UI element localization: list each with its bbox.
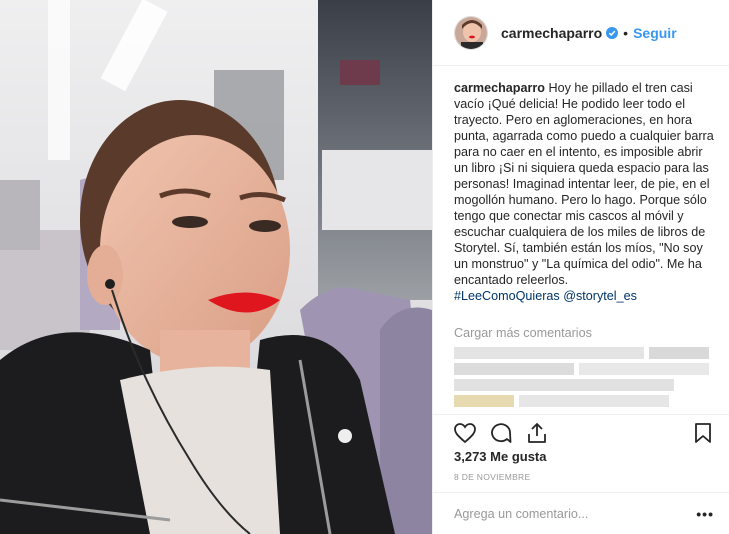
load-more-comments-link[interactable]: Cargar más comentarios — [454, 326, 592, 340]
caption-username-link[interactable]: carmechaparro — [454, 81, 545, 95]
caption-tags-link[interactable]: #LeeComoQuieras @storytel_es — [454, 289, 637, 303]
selfie-in-train-image — [0, 0, 432, 534]
post-date: 8 DE NOVIEMBRE — [454, 472, 531, 482]
follow-button[interactable]: Seguir — [633, 25, 677, 41]
post-caption: carmechaparro Hoy he pillado el tren cas… — [454, 80, 720, 304]
comment-bar: ••• — [433, 492, 729, 534]
likes-count[interactable]: 3,273 Me gusta — [454, 449, 547, 464]
share-icon[interactable] — [525, 421, 549, 445]
separator-dot: • — [623, 24, 629, 41]
heart-icon[interactable] — [453, 421, 477, 445]
post-panel: carmechaparro • Seguir carmechaparro Hoy… — [432, 0, 729, 534]
comment-input[interactable] — [454, 505, 674, 523]
bookmark-icon[interactable] — [691, 421, 715, 445]
blurred-comments — [454, 347, 720, 411]
post-header: carmechaparro • Seguir — [433, 0, 729, 66]
avatar[interactable] — [454, 15, 488, 50]
caption-text: Hoy he pillado el tren casi vacío ¡Qué d… — [454, 81, 714, 287]
post-photo[interactable] — [0, 0, 432, 534]
more-options-button[interactable]: ••• — [696, 506, 714, 522]
username-link[interactable]: carmechaparro — [501, 25, 602, 41]
action-bar — [433, 414, 729, 450]
comment-bubble-icon[interactable] — [489, 421, 513, 445]
verified-badge-icon — [606, 26, 619, 39]
